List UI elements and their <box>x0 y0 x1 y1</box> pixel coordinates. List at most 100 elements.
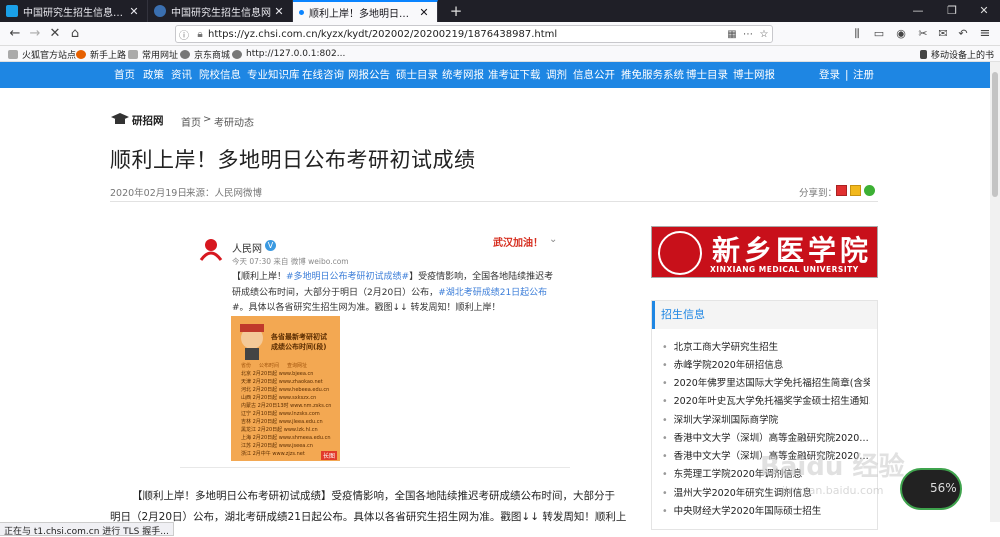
bookmark-firefox[interactable]: 火狐官方站点 <box>8 47 76 61</box>
list-item[interactable]: • 北京工商大学研究生招生 <box>662 339 870 353</box>
bookmark-getting-started[interactable]: 新手上路 <box>76 47 126 61</box>
bookmark-mobile[interactable]: 移动设备上的书 <box>920 47 994 61</box>
poster-cell: 2月20日起 <box>257 427 283 433</box>
poster-row: 上海 2月20日起 www.shmeea.edu.cn <box>241 434 331 441</box>
poster-cell: 黑龙江 <box>241 427 257 433</box>
new-tab-button[interactable]: + <box>440 0 472 22</box>
bookmark-star-icon[interactable]: ☆ <box>756 29 772 40</box>
bookmark-localhost[interactable]: http://127.0.0.1:802... <box>232 47 345 61</box>
share-weibo-icon[interactable] <box>836 185 847 196</box>
nav-policy[interactable]: 政策 <box>143 62 164 88</box>
share-qzone-icon[interactable] <box>850 185 861 196</box>
bookmark-common-sites[interactable]: 常用网址 <box>128 47 178 61</box>
close-icon[interactable]: ✕ <box>127 5 141 18</box>
share-wechat-icon[interactable] <box>864 185 875 196</box>
tab-label: 中国研究生招生信息网 - 国内最权威 <box>23 7 127 19</box>
menu-icon[interactable]: ≡ <box>976 25 994 43</box>
breadcrumb-home[interactable]: 首页 <box>181 114 201 129</box>
undo-icon[interactable]: ↶ <box>954 25 972 43</box>
cartoon-character-icon <box>240 324 264 360</box>
nav-recommend[interactable]: 推免服务系统 <box>621 62 684 88</box>
breadcrumb-section[interactable]: 考研动态 <box>214 114 254 129</box>
nav-consult[interactable]: 在线咨询 <box>302 62 344 88</box>
library-icon[interactable]: ⫼ <box>848 25 866 43</box>
register-link[interactable]: 注册 <box>853 62 874 88</box>
nav-majors[interactable]: 专业知识库 <box>247 62 300 88</box>
poster-cell: 2月20日起 <box>252 419 278 425</box>
home-icon[interactable]: ⌂ <box>66 25 84 43</box>
nav-doctor-catalog[interactable]: 博士目录 <box>686 62 728 88</box>
list-item[interactable]: • 深圳大学深圳国际商学院 <box>662 412 870 426</box>
nav-home[interactable]: 首页 <box>114 62 135 88</box>
list-item-label: 2020年佛罗里达国际大学免托福招生简章(含奖… <box>673 378 870 389</box>
poster-cell: www.lnzsks.com <box>278 411 320 417</box>
scrollbar-thumb[interactable] <box>992 72 998 197</box>
restore-button[interactable]: ❐ <box>936 0 968 22</box>
list-item-label: 深圳大学深圳国际商学院 <box>673 415 779 426</box>
nav-schools[interactable]: 院校信息 <box>199 62 241 88</box>
back-arrow-icon[interactable]: ← <box>6 25 24 43</box>
forward-arrow-icon[interactable]: → <box>26 25 44 43</box>
tab-chsi-home[interactable]: 中国研究生招生信息网 - 国内最权威 ✕ <box>0 0 148 22</box>
nav-admission-ticket[interactable]: 准考证下载 <box>488 62 541 88</box>
list-item[interactable]: • 2020年佛罗里达国际大学免托福招生简章(含奖… <box>662 375 870 389</box>
loading-dot-icon <box>299 9 304 15</box>
list-item[interactable]: • 2020年叶史瓦大学免托福奖学金硕士招生通知… <box>662 393 870 407</box>
page-title: 顺利上岸！多地明日公布考研初试成绩 <box>110 148 476 172</box>
nav-announcement[interactable]: 网报公告 <box>348 62 390 88</box>
nav-adjust[interactable]: 调剂 <box>546 62 567 88</box>
poster-title-1: 各省最新考研初试 <box>271 333 327 341</box>
network-speed-widget[interactable]: 56% <box>900 468 962 510</box>
ad-title: 新乡医学院 <box>712 234 873 267</box>
bookmark-label: 京东商城 <box>194 50 231 61</box>
sidebar-icon[interactable]: ▭ <box>870 25 888 43</box>
screenshot-icon[interactable]: ✂ <box>914 25 932 43</box>
info-icon[interactable]: ⓘ <box>176 27 192 42</box>
poster-row: 内蒙古 2月20日13时 www.nm.zsks.cn <box>241 402 331 409</box>
close-icon[interactable]: ✕ <box>272 5 286 18</box>
tab-article[interactable]: 顺利上岸！多地明日公布考研初试 ✕ <box>293 0 438 22</box>
url-text[interactable]: https://yz.chsi.com.cn/kyzx/kydt/202002/… <box>208 29 724 40</box>
lock-icon[interactable]: 🔒︎ <box>192 29 208 40</box>
bookmark-label: 火狐官方站点 <box>22 50 77 61</box>
nav-news[interactable]: 资讯 <box>171 62 192 88</box>
qr-code-icon[interactable]: ▦ <box>724 29 740 40</box>
weibo-hashtag-2: #湖北考研成绩21日起公布 <box>438 288 548 298</box>
poster-cell: www.nm.zsks.cn <box>290 403 332 409</box>
address-bar[interactable]: ⓘ 🔒︎ https://yz.chsi.com.cn/kyzx/kydt/20… <box>175 25 773 43</box>
browser-tab-bar: 中国研究生招生信息网 - 国内最权威 ✕ 中国研究生招生信息网 ✕ 顺利上岸！多… <box>0 0 1000 22</box>
weibo-stamp: 武汉加油！ <box>493 238 543 249</box>
nav-doctor-apply[interactable]: 博士网报 <box>733 62 775 88</box>
close-icon[interactable]: ✕ <box>417 6 431 19</box>
watermark-url: jingyan.baidu.com <box>782 484 884 497</box>
ad-subtitle: XINXIANG MEDICAL UNIVERSITY <box>710 265 859 274</box>
nav-master-catalog[interactable]: 硕士目录 <box>396 62 438 88</box>
weibo-hashtag-1: #多地明日公布考研初试成绩# <box>286 272 410 282</box>
account-icon[interactable]: ◉ <box>892 25 910 43</box>
nav-disclosure[interactable]: 信息公开 <box>573 62 615 88</box>
xinxiang-medical-ad[interactable]: 新乡医学院 XINXIANG MEDICAL UNIVERSITY <box>651 226 878 278</box>
weibo-line-1b: 】受疫情影响，全国各地陆续推迟考 <box>409 272 554 282</box>
login-link[interactable]: 登录 <box>819 62 840 88</box>
vertical-scrollbar[interactable] <box>990 62 1000 522</box>
site-logo-text[interactable]: 研招网 <box>132 113 164 128</box>
tab-chsi[interactable]: 中国研究生招生信息网 ✕ <box>148 0 293 22</box>
tab-label: 中国研究生招生信息网 <box>171 7 271 19</box>
more-actions-icon[interactable]: ⋯ <box>740 29 756 40</box>
window-close-button[interactable]: ✕ <box>968 0 1000 22</box>
nav-online-apply[interactable]: 统考网报 <box>442 62 484 88</box>
globe-icon <box>232 49 242 59</box>
verified-badge-icon: V <box>265 240 276 251</box>
bullet-icon: • <box>662 360 668 371</box>
stop-icon[interactable]: ✕ <box>46 25 64 43</box>
poster-cell: 上海 <box>241 435 252 441</box>
poster-cell: www.zjzs.net <box>272 451 305 457</box>
poster-cell: 2月中午 <box>252 451 271 457</box>
poster-cell: 内蒙古 <box>241 403 257 409</box>
bookmark-jd[interactable]: 京东商城 <box>180 47 230 61</box>
minimize-button[interactable]: — <box>902 0 934 22</box>
chat-icon[interactable]: ✉ <box>934 25 952 43</box>
long-image-badge: 长图 <box>321 451 338 460</box>
poster-row: 辽宁 2月10日起 www.lnzsks.com <box>241 410 320 417</box>
list-item[interactable]: • 赤峰学院2020年研招信息 <box>662 357 870 371</box>
